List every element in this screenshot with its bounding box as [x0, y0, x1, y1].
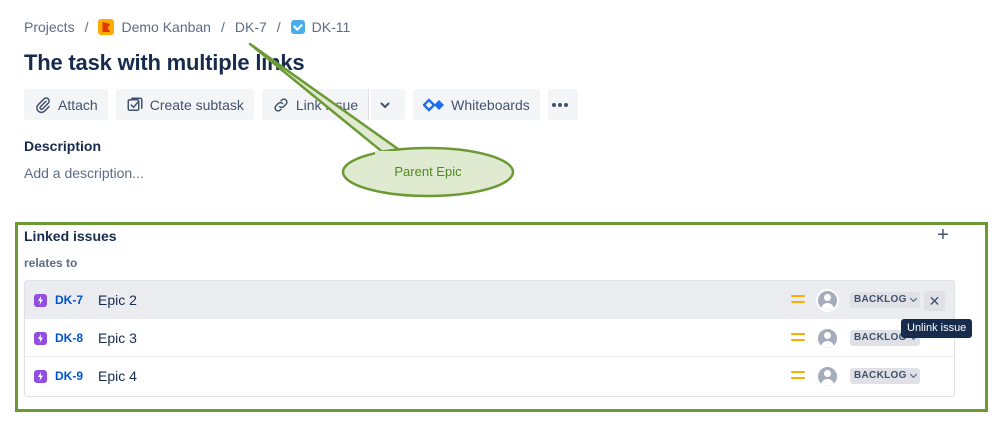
linked-issues-heading: Linked issues: [24, 228, 117, 244]
whiteboards-icon: [423, 97, 445, 112]
issue-key[interactable]: DK-9: [55, 369, 83, 383]
status-dropdown[interactable]: BACKLOG: [850, 292, 920, 308]
priority-medium-icon: [791, 371, 805, 380]
breadcrumb-separator: /: [276, 19, 281, 35]
breadcrumb-issue-label: DK-11: [311, 19, 351, 35]
page-title[interactable]: The task with multiple links: [24, 50, 305, 76]
issue-summary[interactable]: Epic 4: [98, 368, 137, 384]
project-icon: [98, 19, 115, 35]
attach-button[interactable]: Attach: [24, 89, 108, 120]
chevron-down-icon: [909, 294, 917, 303]
description-label: Description: [24, 138, 102, 154]
link-issue-group: Link issue: [261, 89, 406, 120]
epic-icon: [34, 370, 47, 383]
more-actions-button[interactable]: [547, 89, 578, 120]
unlink-tooltip: Unlink issue: [901, 319, 973, 338]
link-issue-button[interactable]: Link issue: [261, 89, 370, 120]
assignee-avatar[interactable]: [816, 289, 839, 312]
link-issue-dropdown-button[interactable]: [371, 89, 406, 120]
status-dropdown[interactable]: BACKLOG: [850, 368, 920, 384]
issue-key[interactable]: DK-7: [55, 293, 83, 307]
breadcrumb-issue[interactable]: DK-11: [290, 19, 351, 35]
assignee-avatar[interactable]: [816, 327, 839, 350]
breadcrumb-projects[interactable]: Projects: [24, 19, 75, 35]
subtask-icon: [127, 97, 143, 111]
breadcrumb-separator: /: [84, 19, 89, 35]
link-issue-label: Link issue: [295, 96, 359, 113]
linked-issue-row[interactable]: DK-8 Epic 3 BACKLOG: [25, 319, 954, 357]
chevron-down-icon: [380, 102, 390, 108]
epic-icon: [34, 332, 47, 345]
paperclip-icon: [36, 96, 50, 113]
attach-label: Attach: [58, 96, 98, 113]
create-subtask-button[interactable]: Create subtask: [115, 89, 254, 120]
callout-label: Parent Epic: [394, 164, 462, 179]
breadcrumb: Projects / Demo Kanban / DK-7 / DK-11: [24, 19, 350, 35]
issue-summary[interactable]: Epic 3: [98, 330, 137, 346]
assignee-avatar[interactable]: [816, 365, 839, 388]
linked-issue-row[interactable]: DK-7 Epic 2 BACKLOG ✕: [25, 281, 954, 319]
task-icon: [290, 20, 305, 34]
breadcrumb-parent[interactable]: DK-7: [235, 19, 267, 35]
status-label: BACKLOG: [854, 294, 907, 305]
unlink-button[interactable]: ✕: [924, 291, 945, 311]
add-linked-issue-button[interactable]: +: [933, 225, 953, 245]
issue-summary[interactable]: Epic 2: [98, 292, 137, 308]
priority-medium-icon: [791, 295, 805, 304]
priority-medium-icon: [791, 333, 805, 342]
whiteboards-button[interactable]: Whiteboards: [413, 89, 540, 120]
chevron-down-icon: [909, 370, 917, 379]
relation-type-label: relates to: [24, 256, 78, 270]
breadcrumb-separator: /: [220, 19, 225, 35]
breadcrumb-project[interactable]: Demo Kanban: [98, 19, 211, 35]
link-icon: [274, 97, 288, 112]
status-label: BACKLOG: [854, 332, 907, 343]
linked-issues-list: DK-7 Epic 2 BACKLOG ✕ DK-8 Epic 3 BACKLO…: [24, 280, 955, 397]
issue-toolbar: Attach Create subtask Link issue Whitebo…: [24, 89, 586, 120]
issue-key[interactable]: DK-8: [55, 331, 83, 345]
whiteboards-label: Whiteboards: [451, 96, 530, 113]
breadcrumb-project-label: Demo Kanban: [121, 19, 211, 35]
epic-icon: [34, 294, 47, 307]
more-icon: [551, 102, 568, 107]
create-subtask-label: Create subtask: [149, 96, 244, 113]
description-field[interactable]: Add a description...: [24, 165, 144, 181]
linked-issue-row[interactable]: DK-9 Epic 4 BACKLOG: [25, 357, 954, 395]
status-label: BACKLOG: [854, 370, 907, 381]
